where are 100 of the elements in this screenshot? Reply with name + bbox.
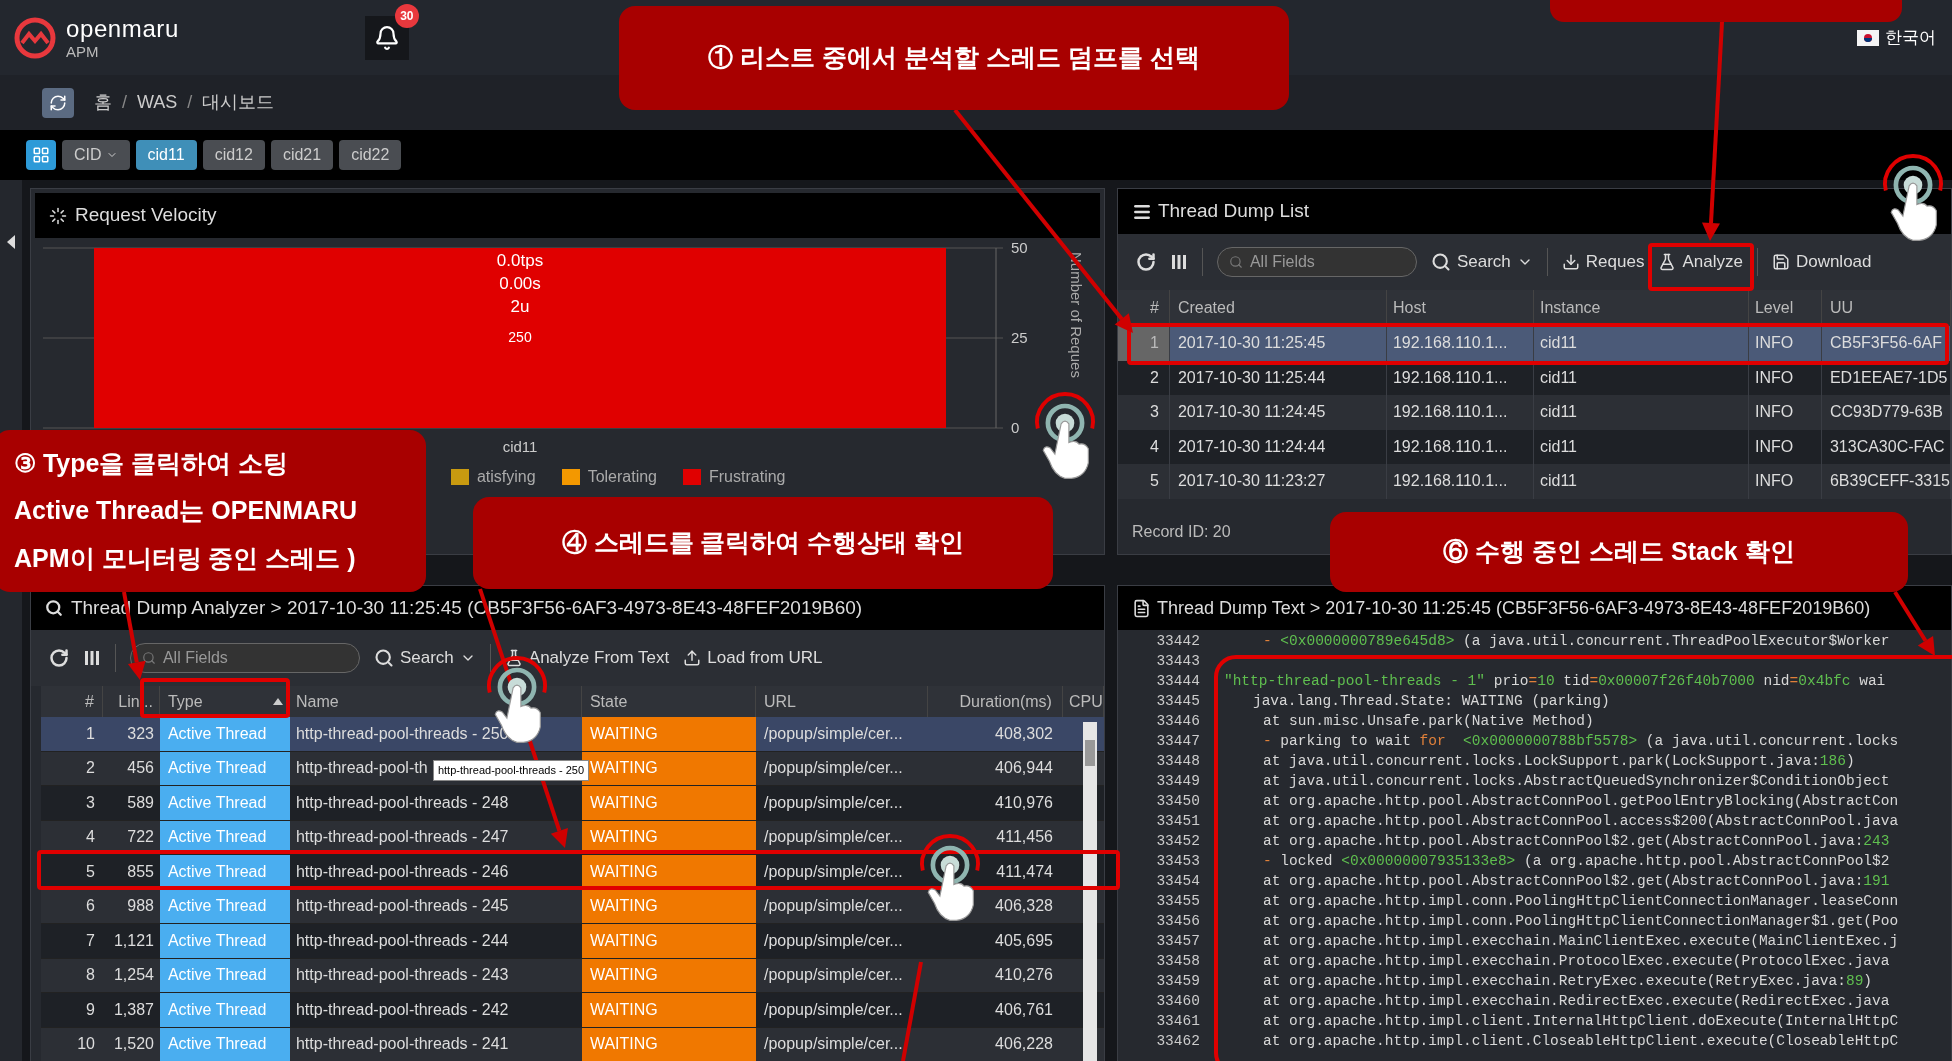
- document-icon: [1131, 598, 1151, 618]
- language-selector[interactable]: 한국어: [1885, 24, 1936, 51]
- table-cell-text: /popup/simple/cer...: [762, 758, 904, 779]
- breadcrumb-item[interactable]: 대시보드: [202, 89, 275, 116]
- line-number: 33442: [1155, 632, 1200, 651]
- refresh-icon[interactable]: [48, 648, 69, 668]
- table-row[interactable]: 4 2017-10-30 11:24:44 192.168.110.1... cid11 INFO 313CA30C-FAC: [1117, 429, 1951, 464]
- table-cell: Active Thread: [159, 889, 290, 923]
- refresh-icon[interactable]: [1135, 252, 1156, 272]
- notification-badge: 30: [394, 3, 419, 28]
- cid-dropdown[interactable]: CID: [62, 140, 130, 170]
- refresh-button[interactable]: [42, 87, 74, 118]
- line-number: 33447: [1155, 732, 1200, 751]
- download-button[interactable]: Download: [1771, 249, 1872, 275]
- table-row[interactable]: 3 2017-10-30 11:24:45 192.168.110.1... cid11 INFO CC93D779-63B: [1117, 395, 1951, 430]
- search-button[interactable]: Search: [1430, 249, 1533, 275]
- table-cell-text: http-thread-pool-threads - 248: [295, 792, 509, 813]
- table-row[interactable]: 5 2017-10-30 11:23:27 192.168.110.1... cid11 INFO 6B39CEFF-3315: [1117, 464, 1951, 499]
- table-cell-text: 406,228: [994, 1034, 1054, 1055]
- code-line: at org.apache.http.pool.AbstractConnPool$2.get(AbstractConnPool.java:191: [1261, 872, 1890, 891]
- breadcrumb-item[interactable]: WAS: [137, 89, 178, 116]
- table-row[interactable]: 10 1,520 Active Thread http-thread-pool-threads - 241 WAITING /popup/simple/cer... 406,228: [40, 1027, 1104, 1061]
- column-header[interactable]: Level: [1748, 290, 1822, 326]
- table-cell-text: 1,387: [112, 999, 155, 1020]
- line-number: 33453: [1155, 852, 1200, 871]
- columns-icon[interactable]: [82, 649, 101, 667]
- table-cell-text: 8: [85, 965, 96, 986]
- breadcrumb-item[interactable]: 홈: [94, 89, 112, 116]
- table-cell-text: 988: [126, 896, 155, 917]
- breadcrumb-separator: /: [187, 91, 193, 114]
- cid-tab[interactable]: cid12: [202, 140, 265, 170]
- panel-title: Thread Dump List: [1157, 199, 1309, 224]
- column-header[interactable]: Host: [1386, 290, 1534, 326]
- column-header[interactable]: Type: [159, 686, 290, 717]
- grid-view-button[interactable]: [26, 140, 56, 170]
- table-cell-text: 1,121: [112, 930, 155, 951]
- table-row[interactable]: 1 2017-10-30 11:25:45 192.168.110.1... cid11 INFO CB5F3F56-6AF: [1117, 326, 1951, 361]
- collapse-arrow-icon[interactable]: [6, 235, 15, 249]
- search-button[interactable]: Search: [373, 645, 476, 671]
- table-cell: WAITING: [581, 958, 756, 992]
- table-cell-text: /popup/simple/cer...: [762, 930, 904, 951]
- callout-text: ④ 스레드를 클릭하여 수행상태 확인: [560, 527, 966, 559]
- table-row[interactable]: 7 1,121 Active Thread http-thread-pool-threads - 244 WAITING /popup/simple/cer... 405,695: [40, 924, 1104, 959]
- code-line: at org.apache.http.impl.execchain.RedirectExec.execute(RedirectExec.java: [1261, 992, 1890, 1011]
- load-from-url-button[interactable]: Load from URL: [683, 645, 823, 671]
- flask-icon: [1658, 253, 1677, 271]
- bar-value-label: 0.00s: [499, 274, 541, 293]
- table-cell: cid11: [1533, 326, 1749, 361]
- analyze-button[interactable]: Analyze: [1658, 249, 1743, 275]
- legend-label: atisfying: [476, 467, 536, 487]
- table-cell-text: 411,474: [995, 861, 1054, 882]
- search-icon: [141, 651, 156, 665]
- table-cell: WAITING: [581, 889, 756, 923]
- line-number: 33459: [1155, 972, 1200, 991]
- table-cell-text: 456: [126, 758, 155, 779]
- table-cell: 3: [1117, 395, 1170, 430]
- analyze-from-text-button[interactable]: Analyze From Text: [504, 645, 670, 671]
- table-cell: 192.168.110.1...: [1386, 326, 1534, 361]
- column-header[interactable]: UU: [1821, 290, 1951, 326]
- callout-text: ③ Type을 클릭하여 소팅: [13, 447, 290, 479]
- code-line: at org.apache.http.pool.AbstractConnPool.access$200(AbstractConnPool.java: [1261, 812, 1899, 831]
- code-line: - parking to wait for <0x0000000788bf5578> (a java.util.concurrent.locks: [1261, 732, 1899, 751]
- table-cell-text: 406,328: [994, 896, 1054, 917]
- search-field[interactable]: All Fields: [129, 643, 360, 673]
- request-button[interactable]: Reques: [1561, 249, 1645, 275]
- line-number: 33460: [1155, 992, 1200, 1011]
- line-number: 33458: [1155, 952, 1200, 971]
- table-cell: 2017-10-30 11:24:45: [1169, 395, 1387, 430]
- axis-tick-label: 50: [1010, 239, 1028, 256]
- logo-subtitle: APM: [66, 43, 100, 59]
- table-cell-text: 10: [76, 1034, 96, 1055]
- table-cell: cid11: [1533, 395, 1749, 430]
- table-cell: WAITING: [581, 993, 756, 1027]
- search-icon: [44, 599, 63, 617]
- table-cell-text: 410,976: [994, 792, 1054, 813]
- code-line: at org.apache.http.impl.conn.PoolingHttpClientConnectionManager.leaseConn: [1261, 892, 1899, 911]
- search-icon: [1430, 252, 1451, 272]
- table-cell-text: /popup/simple/cer...: [762, 827, 904, 848]
- table-cell-text: /popup/simple/cer...: [762, 1034, 904, 1055]
- table-cell: Active Thread: [159, 924, 290, 958]
- table-cell-text: 589: [126, 792, 155, 813]
- bar-value-label: 2u: [510, 297, 530, 316]
- cid-tab[interactable]: cid21: [270, 140, 334, 170]
- table-row[interactable]: 6 988 Active Thread http-thread-pool-threads - 245 WAITING /popup/simple/cer... 406,328: [40, 889, 1104, 924]
- table-cell-text: 1: [85, 723, 96, 744]
- line-number: 33452: [1155, 832, 1200, 851]
- column-header[interactable]: Instance: [1533, 290, 1749, 326]
- cid-tab[interactable]: cid11: [135, 140, 197, 170]
- search-field[interactable]: All Fields: [1216, 247, 1417, 277]
- column-header[interactable]: Created: [1169, 290, 1387, 326]
- table-cell-text: 2: [85, 758, 96, 779]
- table-cell-text: 9: [85, 999, 96, 1020]
- logo-text: openmaru: [66, 16, 179, 41]
- table-cell: 2017-10-30 11:23:27: [1169, 464, 1387, 499]
- table-row[interactable]: 9 1,387 Active Thread http-thread-pool-threads - 242 WAITING /popup/simple/cer... 406,761: [40, 993, 1104, 1028]
- table-row[interactable]: 8 1,254 Active Thread http-thread-pool-threads - 243 WAITING /popup/simple/cer... 410,276: [40, 958, 1104, 993]
- table-cell-text: 1,520: [112, 1034, 155, 1055]
- table-row[interactable]: 3 589 Active Thread http-thread-pool-threads - 248 WAITING /popup/simple/cer... 410,976: [40, 786, 1104, 821]
- columns-icon[interactable]: [1169, 253, 1188, 271]
- cid-tab[interactable]: cid22: [339, 140, 402, 170]
